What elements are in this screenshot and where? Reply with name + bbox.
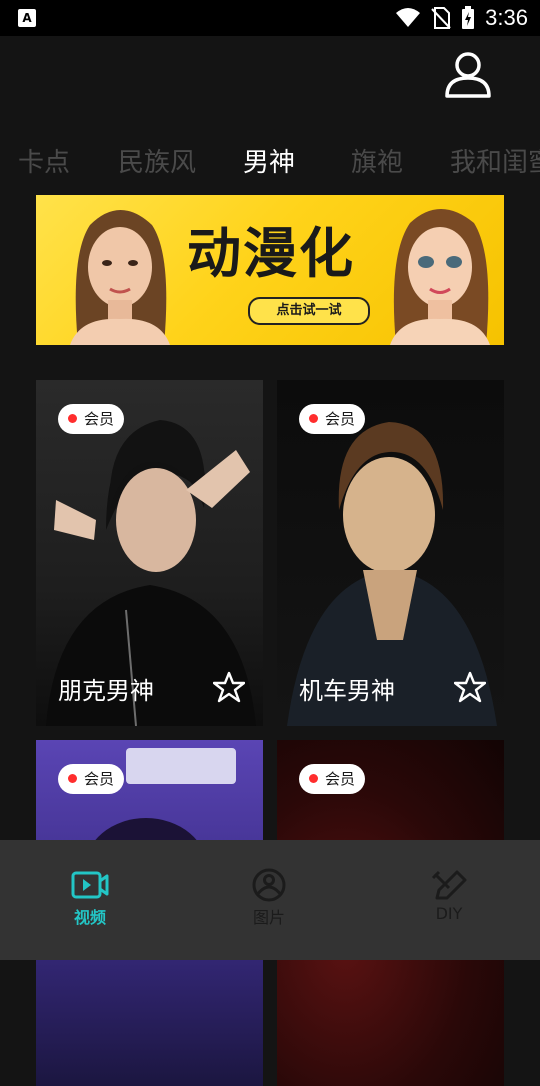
header: [0, 36, 540, 126]
banner-try-button[interactable]: 点击试一试: [248, 297, 370, 325]
app-notification-icon: A: [18, 9, 36, 27]
image-icon: [252, 868, 286, 902]
status-time: 3:36: [485, 5, 528, 30]
tab-nanshen[interactable]: 男神: [243, 142, 295, 179]
battery-charging-icon: [462, 6, 475, 29]
card-title: 朋克男神: [58, 677, 154, 705]
template-card[interactable]: 会员 朋克男神: [36, 380, 263, 726]
vip-badge: 会员: [58, 764, 125, 794]
nav-diy-label: DIY: [435, 904, 463, 923]
banner-portrait-real: [70, 210, 170, 345]
banner-title: 动漫化: [187, 222, 355, 285]
nav-image-label: 图片: [252, 908, 285, 927]
vip-badge: 会员: [58, 404, 125, 434]
profile-icon[interactable]: [444, 50, 492, 98]
wifi-icon: [396, 8, 421, 27]
no-sim-icon: [431, 7, 451, 29]
nav-image[interactable]: 图片: [209, 868, 329, 928]
tab-kadian[interactable]: 卡点: [18, 142, 70, 179]
promo-banner[interactable]: 动漫化 点击试一试: [36, 195, 504, 345]
banner-portrait-anime: [390, 209, 490, 345]
tab-qipao[interactable]: 旗袍: [351, 142, 403, 179]
vip-badge: 会员: [299, 764, 366, 794]
bottom-navigation: 视频 图片 DIY: [0, 840, 540, 960]
category-tabs: 卡点 民族风 男神 旗袍 我和闺蜜: [0, 128, 540, 192]
video-icon: [71, 871, 109, 899]
tab-wohe-guimi[interactable]: 我和闺蜜: [450, 142, 540, 179]
status-icons: 3:36: [395, 5, 528, 30]
tab-minzufeng[interactable]: 民族风: [118, 142, 196, 179]
nav-video[interactable]: 视频: [30, 868, 150, 928]
nav-video-label: 视频: [73, 908, 106, 927]
pencil-icon: [431, 870, 467, 900]
star-icon[interactable]: [213, 671, 245, 703]
card-title: 机车男神: [299, 677, 395, 705]
star-icon[interactable]: [454, 671, 486, 703]
template-card[interactable]: 会员 机车男神: [277, 380, 504, 726]
vip-badge: 会员: [299, 404, 366, 434]
status-bar: A 3:36: [0, 0, 540, 36]
nav-diy[interactable]: DIY: [389, 868, 509, 923]
